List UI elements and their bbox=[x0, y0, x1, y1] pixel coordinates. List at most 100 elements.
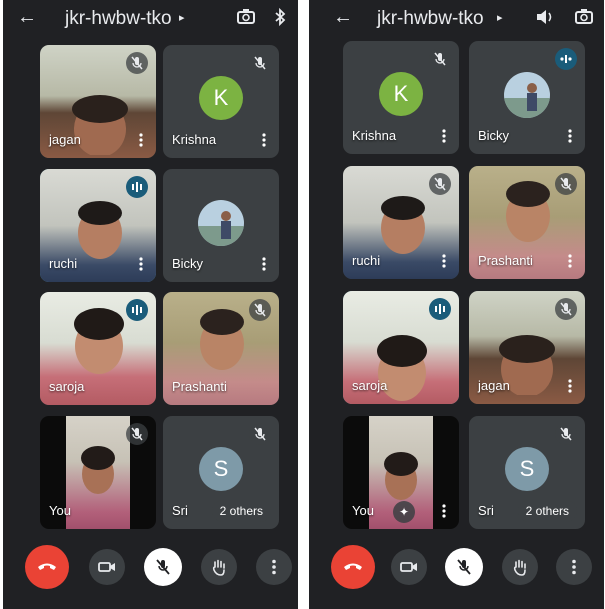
switch-camera-icon[interactable] bbox=[573, 6, 595, 28]
participant-tile[interactable]: Bicky bbox=[163, 169, 279, 282]
left-call-screen: ← jkr-hwbw-tko ▸ jagan K Krishna ruchi B… bbox=[3, 0, 298, 609]
participant-name: ruchi bbox=[352, 253, 381, 268]
videocam-icon bbox=[98, 562, 115, 572]
participant-name: Prashanti bbox=[172, 379, 227, 394]
others-badge[interactable]: 2 others bbox=[517, 500, 577, 522]
participant-tile[interactable]: ruchi bbox=[343, 166, 459, 279]
more-vert-icon[interactable] bbox=[439, 128, 449, 144]
participant-face bbox=[78, 201, 122, 259]
more-vert-icon[interactable] bbox=[565, 378, 575, 394]
participant-tile[interactable]: ruchi bbox=[40, 169, 156, 282]
sparkle-icon: ✦ bbox=[398, 505, 410, 519]
speaking-indicator-icon bbox=[429, 298, 451, 320]
mic-off-icon bbox=[555, 423, 577, 445]
participant-tile[interactable]: saroja bbox=[343, 291, 459, 404]
participant-name: jagan bbox=[478, 378, 510, 393]
raise-hand-button[interactable] bbox=[502, 549, 538, 585]
hand-icon bbox=[212, 559, 225, 576]
avatar: K bbox=[199, 75, 243, 120]
more-vert-icon[interactable] bbox=[565, 253, 575, 269]
participant-name: Sri bbox=[172, 503, 188, 518]
participant-name: Bicky bbox=[172, 256, 204, 271]
end-call-button[interactable] bbox=[331, 545, 375, 589]
participant-tile[interactable]: S Sri 2 others bbox=[163, 416, 279, 529]
participant-name: Krishna bbox=[172, 132, 217, 147]
participant-name: Sri bbox=[478, 503, 494, 518]
participant-name: saroja bbox=[49, 379, 85, 394]
more-options-button[interactable] bbox=[256, 549, 292, 585]
participant-face bbox=[381, 196, 425, 254]
participant-tile[interactable]: Prashanti bbox=[163, 292, 279, 405]
participant-tile[interactable]: Bicky bbox=[469, 41, 585, 154]
avatar bbox=[504, 72, 550, 118]
more-vert-icon[interactable] bbox=[565, 128, 575, 144]
mic-off-icon bbox=[249, 52, 271, 74]
speaking-indicator-icon bbox=[126, 299, 148, 321]
mic-muted-button[interactable] bbox=[445, 548, 483, 586]
speaking-indicator-icon bbox=[126, 176, 148, 198]
effects-button[interactable]: ✦ bbox=[393, 501, 415, 523]
others-badge[interactable]: 2 others bbox=[211, 500, 271, 522]
back-arrow-icon[interactable]: ← bbox=[333, 6, 353, 28]
call-controls bbox=[3, 545, 298, 589]
participant-tile[interactable]: jagan bbox=[469, 291, 585, 404]
back-arrow-icon[interactable]: ← bbox=[17, 6, 37, 28]
participant-tile[interactable]: S Sri 2 others bbox=[469, 416, 585, 529]
more-vert-icon[interactable] bbox=[259, 132, 269, 148]
participant-tile[interactable]: saroja bbox=[40, 292, 156, 405]
caret-right-icon[interactable]: ▸ bbox=[497, 11, 503, 24]
mic-muted-button[interactable] bbox=[144, 548, 182, 586]
participant-name: Prashanti bbox=[478, 253, 533, 268]
participant-name: Krishna bbox=[352, 128, 397, 143]
mic-off-icon bbox=[429, 173, 451, 195]
end-call-button[interactable] bbox=[25, 545, 69, 589]
switch-camera-icon[interactable] bbox=[235, 6, 257, 28]
meeting-code[interactable]: jkr-hwbw-tko bbox=[65, 8, 172, 30]
participant-tile[interactable]: You bbox=[40, 416, 156, 529]
avatar: K bbox=[379, 71, 423, 116]
camera-button[interactable] bbox=[391, 549, 427, 585]
participant-tile[interactable]: Prashanti bbox=[469, 166, 585, 279]
mic-off-icon bbox=[126, 423, 148, 445]
mic-off-icon bbox=[555, 298, 577, 320]
mic-off-icon bbox=[156, 559, 170, 575]
more-vert-icon[interactable] bbox=[136, 256, 146, 272]
participant-tile[interactable]: K Krishna bbox=[343, 41, 459, 154]
avatar: S bbox=[505, 446, 549, 491]
participant-name: You bbox=[352, 503, 374, 518]
mic-off-icon bbox=[126, 52, 148, 74]
participant-face bbox=[74, 308, 124, 374]
more-vert-icon[interactable] bbox=[136, 132, 146, 148]
camera-button[interactable] bbox=[89, 549, 125, 585]
raise-hand-button[interactable] bbox=[201, 549, 237, 585]
hand-icon bbox=[513, 559, 526, 576]
participant-face bbox=[81, 446, 115, 494]
more-vert-icon bbox=[572, 559, 576, 575]
more-options-button[interactable] bbox=[556, 549, 592, 585]
participant-tile[interactable]: jagan bbox=[40, 45, 156, 158]
caret-right-icon[interactable]: ▸ bbox=[179, 11, 185, 24]
more-vert-icon[interactable] bbox=[439, 503, 449, 519]
mic-off-icon bbox=[249, 299, 271, 321]
speaker-icon[interactable] bbox=[534, 6, 556, 28]
participant-name: You bbox=[49, 503, 71, 518]
participant-name: saroja bbox=[352, 378, 388, 393]
videocam-icon bbox=[400, 562, 417, 572]
call-controls bbox=[309, 545, 604, 589]
end-call-icon bbox=[38, 563, 56, 570]
participant-tile[interactable]: You ✦ bbox=[343, 416, 459, 529]
call-header: ← jkr-hwbw-tko ▸ bbox=[3, 0, 298, 36]
speaking-indicator-icon bbox=[555, 48, 577, 70]
more-vert-icon[interactable] bbox=[439, 253, 449, 269]
participant-name: ruchi bbox=[49, 256, 78, 271]
participant-name: jagan bbox=[49, 132, 81, 147]
meeting-code[interactable]: jkr-hwbw-tko bbox=[377, 8, 484, 30]
more-vert-icon[interactable] bbox=[259, 256, 269, 272]
more-vert-icon bbox=[272, 559, 276, 575]
participant-tile[interactable]: K Krishna bbox=[163, 45, 279, 158]
mic-off-icon bbox=[457, 559, 471, 575]
bluetooth-icon[interactable] bbox=[269, 6, 291, 28]
participant-name: Bicky bbox=[478, 128, 510, 143]
mic-off-icon bbox=[429, 48, 451, 70]
avatar bbox=[198, 200, 244, 246]
